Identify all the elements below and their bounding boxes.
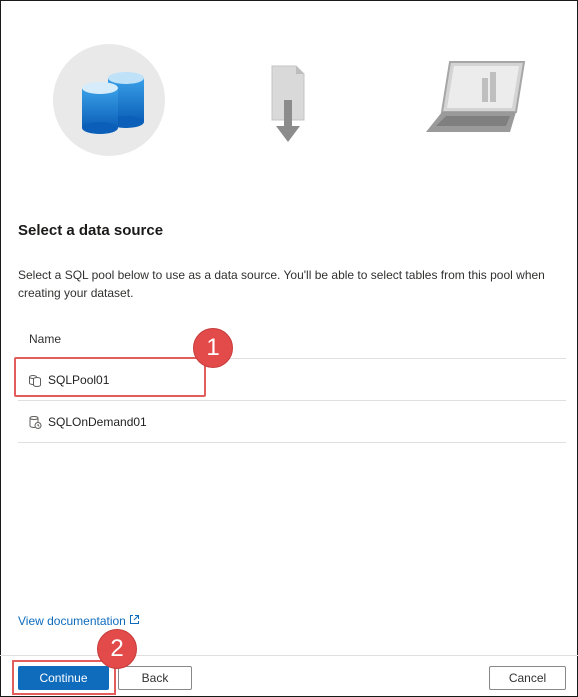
row-label: SQLOnDemand01 xyxy=(48,414,147,429)
annotation-badge-1: 1 xyxy=(193,328,233,368)
external-link-icon xyxy=(129,614,140,628)
cancel-button[interactable]: Cancel xyxy=(489,666,566,690)
description-text: Select a SQL pool below to use as a data… xyxy=(18,268,545,300)
download-document-icon xyxy=(271,65,305,142)
serverless-sql-pool-icon xyxy=(28,415,42,429)
view-documentation-link[interactable]: View documentation xyxy=(18,614,140,628)
annotation-badge-2: 2 xyxy=(97,629,137,669)
page-title: Select a data source xyxy=(18,222,164,239)
annotation-highlight-row xyxy=(14,357,206,397)
database-icon xyxy=(82,72,144,134)
column-header-name[interactable]: Name xyxy=(29,332,61,346)
laptop-icon xyxy=(426,61,526,132)
link-label: View documentation xyxy=(18,614,126,628)
footer-divider xyxy=(0,655,578,656)
table-row[interactable]: SQLOnDemand01 xyxy=(18,400,566,443)
continue-button[interactable]: Continue xyxy=(18,666,109,690)
back-button[interactable]: Back xyxy=(118,666,192,690)
